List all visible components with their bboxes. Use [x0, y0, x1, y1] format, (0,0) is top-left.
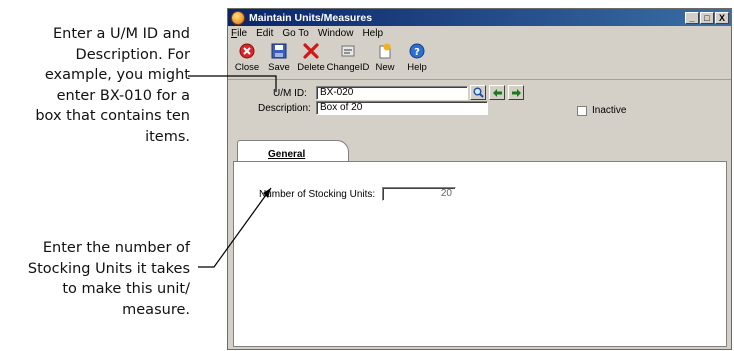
- stocking-units-label: Number of Stocking Units:: [259, 189, 376, 200]
- menu-window[interactable]: Window: [318, 28, 354, 39]
- magnifier-icon: [473, 87, 484, 98]
- close-window-button[interactable]: X: [715, 11, 729, 24]
- help-button[interactable]: ? Help: [402, 41, 432, 73]
- menu-file[interactable]: File: [231, 28, 247, 39]
- delete-button[interactable]: Delete: [296, 41, 326, 73]
- title-bar: Maintain Units/Measures _ □ X: [228, 9, 731, 26]
- help-icon: ?: [408, 42, 426, 60]
- change-id-icon: [339, 42, 357, 60]
- tab-general[interactable]: General: [237, 140, 349, 162]
- menu-help[interactable]: Help: [362, 28, 383, 39]
- new-icon: [376, 42, 394, 60]
- delete-icon: [302, 42, 320, 60]
- window-title: Maintain Units/Measures: [249, 11, 373, 24]
- general-panel: Number of Stocking Units: 20: [233, 161, 727, 347]
- um-id-label: U/M ID:: [273, 88, 307, 99]
- menu-goto[interactable]: Go To: [282, 28, 309, 39]
- previous-record-button[interactable]: [489, 85, 505, 100]
- maximize-button[interactable]: □: [700, 11, 714, 24]
- inactive-checkbox[interactable]: [577, 106, 587, 116]
- minimize-button[interactable]: _: [685, 11, 699, 24]
- description-input[interactable]: Box of 20: [316, 101, 488, 115]
- svg-text:?: ?: [414, 47, 420, 58]
- stocking-units-input[interactable]: 20: [382, 187, 456, 201]
- app-icon: [231, 10, 245, 25]
- new-button[interactable]: New: [370, 41, 400, 73]
- menu-edit[interactable]: Edit: [256, 28, 273, 39]
- um-id-input[interactable]: BX-020: [316, 86, 468, 100]
- save-button[interactable]: Save: [264, 41, 294, 73]
- toolbar: Close Save Delete ChangeID New ? Help: [228, 41, 731, 80]
- close-icon: [238, 42, 256, 60]
- close-button[interactable]: Close: [232, 41, 262, 73]
- arrow-left-icon: [492, 88, 502, 97]
- save-icon: [270, 42, 288, 60]
- lookup-button[interactable]: [470, 85, 486, 100]
- description-label: Description:: [258, 103, 311, 114]
- header-fields: U/M ID: BX-020 Description: Box of 20 In…: [228, 80, 731, 140]
- inactive-label: Inactive: [592, 105, 627, 116]
- callout-stocking-units: Enter the number of Stocking Units it ta…: [27, 240, 190, 318]
- menu-bar: File Edit Go To Window Help: [228, 26, 731, 41]
- maintain-units-window: Maintain Units/Measures _ □ X File Edit …: [227, 8, 732, 350]
- callout-um-id: Enter a U/M ID and Description. For exam…: [35, 26, 190, 145]
- change-id-button[interactable]: ChangeID: [327, 41, 369, 73]
- arrow-right-icon: [511, 88, 521, 97]
- next-record-button[interactable]: [508, 85, 524, 100]
